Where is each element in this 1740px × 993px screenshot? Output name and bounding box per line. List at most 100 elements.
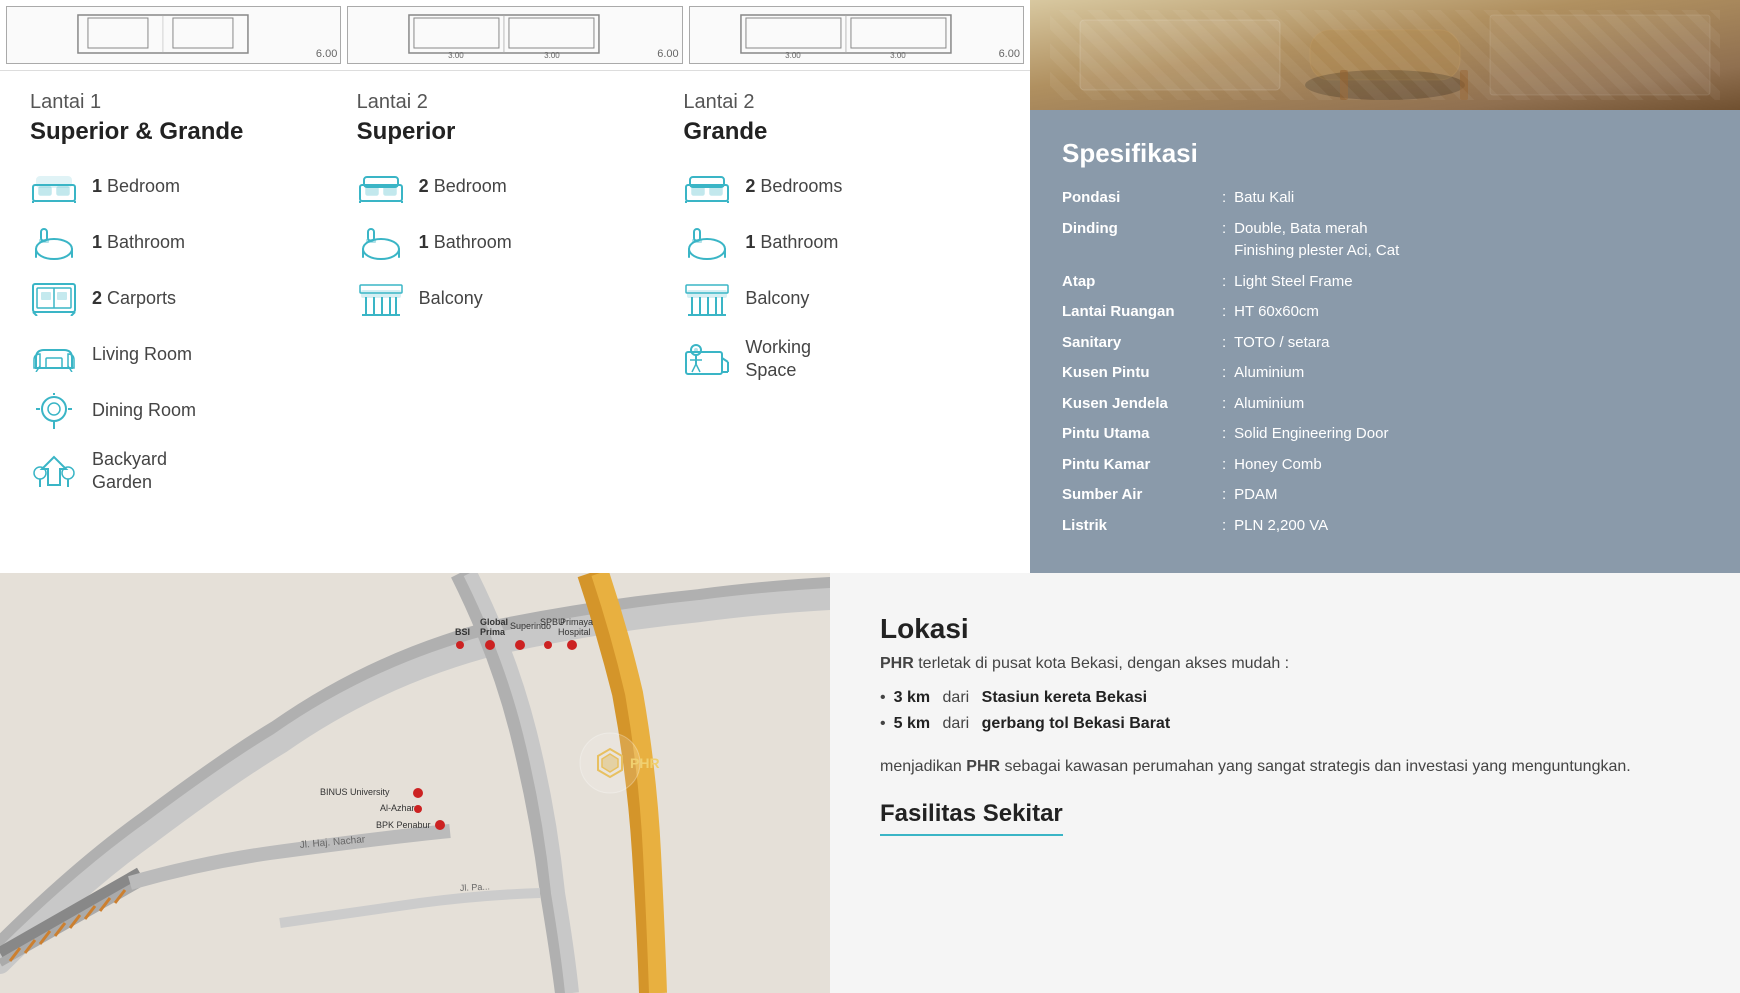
spec-atap: Atap : Light Steel Frame <box>1062 271 1708 294</box>
spec-kusen-pintu: Kusen Pintu : Aluminium <box>1062 362 1708 385</box>
svg-text:3.00: 3.00 <box>448 51 464 60</box>
bedroom-icon-2g <box>683 168 731 206</box>
spec-value-kusen-jendela: Aluminium <box>1234 393 1708 416</box>
svg-text:Jl. Pa...: Jl. Pa... <box>460 881 490 893</box>
bathroom-icon-1 <box>30 224 78 262</box>
svg-text:Global: Global <box>480 617 508 627</box>
floor-plan-svg-3: 3.00 3.00 <box>693 10 999 60</box>
spesifikasi-panel: Spesifikasi Pondasi : Batu Kali Dinding … <box>1030 110 1740 573</box>
spec-label-lantai: Lantai Ruangan <box>1062 301 1222 324</box>
plan-box-1: 6.00 <box>6 6 341 64</box>
plan-dimension-1: 6.00 <box>316 48 337 60</box>
working-icon <box>683 340 731 378</box>
spec-value-listrik: PLN 2,200 VA <box>1234 515 1708 538</box>
svg-text:PHR: PHR <box>630 755 660 771</box>
spec-dinding: Dinding : Double, Bata merahFinishing pl… <box>1062 218 1708 263</box>
svg-text:Hospital: Hospital <box>558 627 591 637</box>
bedroom-icon <box>30 168 78 206</box>
bottom-section: Jl. Haj. Nachar Jl. Pa... Global Prima S… <box>0 573 1740 993</box>
spec-value-sumber-air: PDAM <box>1234 484 1708 507</box>
section-left: 6.00 3.00 3.00 6.00 <box>0 0 1030 573</box>
svg-text:BSI: BSI <box>455 627 470 637</box>
spec-label-pintu-utama: Pintu Utama <box>1062 423 1222 446</box>
floor-subtitle-2g: Grande <box>683 118 1010 146</box>
balcony-icon-2g <box>683 280 731 318</box>
spec-kusen-jendela: Kusen Jendela : Aluminium <box>1062 393 1708 416</box>
spec-label-pondasi: Pondasi <box>1062 187 1222 210</box>
plan-dimension-3: 6.00 <box>999 48 1020 60</box>
balcony-text-2s: Balcony <box>419 287 483 310</box>
svg-text:3.00: 3.00 <box>544 51 560 60</box>
page-wrapper: 6.00 3.00 3.00 6.00 <box>0 0 1740 993</box>
feature-bedroom-2s: 2 Bedroom <box>357 168 684 206</box>
feature-bathroom-1: 1 Bathroom <box>30 224 357 262</box>
spesifikasi-title: Spesifikasi <box>1062 138 1708 169</box>
spec-value-pintu-kamar: Honey Comb <box>1234 454 1708 477</box>
lokasi-panel: Lokasi PHR terletak di pusat kota Bekasi… <box>830 573 1740 993</box>
spec-label-listrik: Listrik <box>1062 515 1222 538</box>
feature-balcony-2g: Balcony <box>683 280 1010 318</box>
carport-text: 2 Carports <box>92 287 176 310</box>
feature-bathroom-2g: 1 Bathroom <box>683 224 1010 262</box>
feature-bathroom-2s: 1 Bathroom <box>357 224 684 262</box>
map-area: Jl. Haj. Nachar Jl. Pa... Global Prima S… <box>0 573 830 993</box>
feature-bedroom-1: 1 Bedroom <box>30 168 357 206</box>
plan-dimension-2: 6.00 <box>657 48 678 60</box>
floor-col-lantai2-superior: Lantai 2 Superior <box>357 91 684 513</box>
feature-carport: 2 Carports <box>30 280 357 318</box>
spec-value-pondasi: Batu Kali <box>1234 187 1708 210</box>
balcony-icon-2s <box>357 280 405 318</box>
spec-value-pintu-utama: Solid Engineering Door <box>1234 423 1708 446</box>
spec-listrik: Listrik : PLN 2,200 VA <box>1062 515 1708 538</box>
map-svg: Jl. Haj. Nachar Jl. Pa... Global Prima S… <box>0 573 830 993</box>
lokasi-title: Lokasi <box>880 613 1690 645</box>
lokasi-distances: 3 km dari Stasiun kereta Bekasi 5 km dar… <box>880 689 1690 733</box>
spec-label-pintu-kamar: Pintu Kamar <box>1062 454 1222 477</box>
floor-title-1: Lantai 1 <box>30 91 357 114</box>
living-text: Living Room <box>92 343 192 366</box>
lokasi-intro: PHR terletak di pusat kota Bekasi, denga… <box>880 655 1690 673</box>
spec-pintu-utama: Pintu Utama : Solid Engineering Door <box>1062 423 1708 446</box>
bedroom-text-2s: 2 Bedroom <box>419 175 507 198</box>
bathroom-icon-2s <box>357 224 405 262</box>
bathroom-text-2g: 1 Bathroom <box>745 231 838 254</box>
bathroom-icon-2g <box>683 224 731 262</box>
carport-icon <box>30 280 78 318</box>
floor-plans-row: 6.00 3.00 3.00 6.00 <box>0 0 1030 71</box>
section-right: Spesifikasi Pondasi : Batu Kali Dinding … <box>1030 0 1740 573</box>
floor-subtitle-2s: Superior <box>357 118 684 146</box>
spec-value-sanitary: TOTO / setara <box>1234 332 1708 355</box>
fasilitas-title: Fasilitas Sekitar <box>880 800 1063 836</box>
floor-plan-svg-1 <box>10 10 316 60</box>
section-one: 6.00 3.00 3.00 6.00 <box>0 0 1740 573</box>
plan-box-3: 3.00 3.00 6.00 <box>689 6 1024 64</box>
dining-text: Dining Room <box>92 399 196 422</box>
spec-value-kusen-pintu: Aluminium <box>1234 362 1708 385</box>
living-icon <box>30 336 78 374</box>
distance-1: 3 km dari Stasiun kereta Bekasi <box>880 689 1690 707</box>
feature-dining: Dining Room <box>30 392 357 430</box>
spec-sumber-air: Sumber Air : PDAM <box>1062 484 1708 507</box>
svg-text:BINUS University: BINUS University <box>320 787 390 797</box>
floor-subtitle-1: Superior & Grande <box>30 118 357 146</box>
bathroom-text-1: 1 Bathroom <box>92 231 185 254</box>
feature-working: WorkingSpace <box>683 336 1010 383</box>
floor-plan-svg-2: 3.00 3.00 <box>351 10 657 60</box>
svg-text:Prima: Prima <box>480 627 506 637</box>
spec-label-dinding: Dinding <box>1062 218 1222 263</box>
bedroom-text-2g: 2 Bedrooms <box>745 175 842 198</box>
svg-text:Primaya: Primaya <box>560 617 593 627</box>
spec-pondasi: Pondasi : Batu Kali <box>1062 187 1708 210</box>
backyard-text: BackyardGarden <box>92 448 167 495</box>
svg-text:BPK Penabur: BPK Penabur <box>376 820 431 830</box>
room-photo-svg <box>1030 0 1740 110</box>
feature-balcony-2s: Balcony <box>357 280 684 318</box>
spec-lantai: Lantai Ruangan : HT 60x60cm <box>1062 301 1708 324</box>
floor-title-2s: Lantai 2 <box>357 91 684 114</box>
spec-label-atap: Atap <box>1062 271 1222 294</box>
plan-box-2: 3.00 3.00 6.00 <box>347 6 682 64</box>
spec-label-sanitary: Sanitary <box>1062 332 1222 355</box>
floor-col-lantai1: Lantai 1 Superior & Grande <box>30 91 357 513</box>
spec-pintu-kamar: Pintu Kamar : Honey Comb <box>1062 454 1708 477</box>
room-photo <box>1030 0 1740 110</box>
